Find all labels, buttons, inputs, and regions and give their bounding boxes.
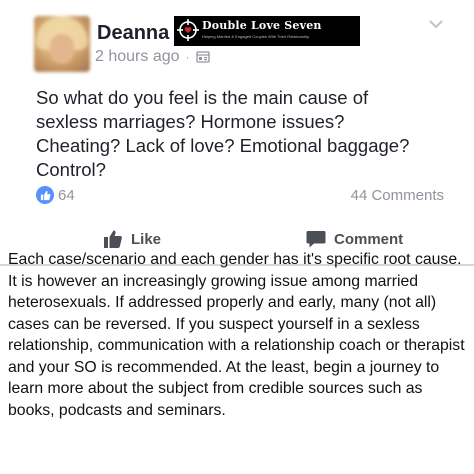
thumbs-up-icon (104, 230, 122, 248)
avatar-face (50, 34, 74, 64)
avatar[interactable] (34, 16, 90, 72)
globe-icon (195, 51, 210, 63)
watermark-logo: Double Love Seven Helping Married & Enga… (174, 16, 360, 46)
facebook-post: Deanna 2 hours ago · Double Love Seven H… (0, 0, 474, 266)
like-button[interactable]: Like (103, 229, 161, 249)
like-button-label: Like (131, 230, 162, 248)
post-timestamp[interactable]: 2 hours ago (95, 48, 180, 66)
comment-button-label: Comment (334, 230, 404, 248)
comments-count[interactable]: 44 Comments (351, 187, 444, 204)
crosshair-heart-icon (177, 19, 199, 41)
like-reaction-icon (36, 186, 54, 204)
logo-tagline: Helping Married & Engaged Couples With T… (202, 34, 310, 39)
comment-bubble-icon (306, 231, 326, 248)
reaction-summary[interactable]: 64 (36, 186, 75, 204)
comment-button[interactable]: Comment (306, 229, 403, 249)
meta-separator: · (185, 50, 190, 64)
caption-text: Each case/scenario and each gender has i… (8, 251, 465, 419)
chevron-down-icon[interactable] (428, 18, 444, 30)
like-count: 64 (58, 186, 75, 204)
post-meta: 2 hours ago · (95, 48, 210, 66)
author-name[interactable]: Deanna (97, 22, 169, 45)
logo-title: Double Love Seven (202, 19, 322, 32)
post-body-text: So what do you feel is the main cause of… (36, 87, 410, 180)
